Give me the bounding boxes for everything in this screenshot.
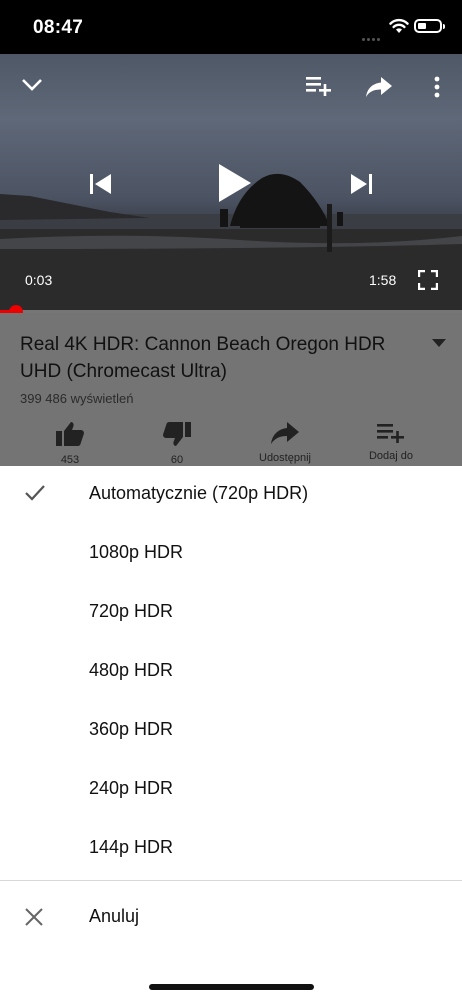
like-button[interactable]: 453 [25, 421, 115, 466]
checkmark-icon [25, 485, 45, 501]
total-time: 1:58 [369, 272, 397, 288]
quality-option-480p[interactable]: 480p HDR [0, 643, 462, 702]
view-count: 399 486 wyświetleń [20, 391, 134, 406]
quality-option-label: 1080p HDR [89, 542, 184, 562]
play-icon[interactable] [217, 162, 253, 204]
dislike-count: 60 [170, 454, 184, 466]
quality-option-360p[interactable]: 360p HDR [0, 702, 462, 761]
battery-icon [414, 19, 445, 33]
quality-option-720p[interactable]: 720p HDR [0, 584, 462, 643]
status-bar: 08:47 [0, 0, 462, 54]
quality-option-label: Automatycznie (720p HDR) [89, 483, 309, 503]
quality-option-label: 360p HDR [89, 719, 174, 739]
thumb-down-icon [163, 422, 191, 446]
share-button[interactable]: Udostępnij [240, 421, 330, 464]
more-options-icon[interactable] [433, 76, 441, 98]
expand-description-icon[interactable] [432, 339, 446, 347]
status-time: 08:47 [33, 17, 84, 38]
fullscreen-icon[interactable] [418, 270, 438, 290]
like-count: 453 [60, 454, 80, 466]
share-icon[interactable] [365, 76, 393, 98]
dislike-button[interactable]: 60 [132, 421, 222, 466]
cancel-label: Anuluj [89, 906, 140, 926]
add-to-playlist-icon [377, 424, 404, 443]
wifi-icon [389, 18, 409, 33]
quality-option-label: 144p HDR [89, 837, 174, 857]
cellular-signal-icon [362, 28, 384, 41]
menu-divider [0, 880, 462, 881]
cancel-button[interactable]: Anuluj [0, 889, 462, 947]
add-to-queue-icon[interactable] [306, 76, 332, 96]
minimize-chevron-icon[interactable] [21, 78, 43, 92]
quality-option-auto[interactable]: Automatycznie (720p HDR) [0, 466, 462, 525]
close-icon [25, 908, 43, 926]
quality-option-144p[interactable]: 144p HDR [0, 820, 462, 879]
quality-option-label: 720p HDR [89, 601, 174, 621]
video-title[interactable]: Real 4K HDR: Cannon Beach Oregon HDR UHD… [20, 331, 410, 385]
quality-option-label: 480p HDR [89, 660, 174, 680]
previous-icon[interactable] [89, 173, 113, 195]
share-icon [271, 422, 299, 444]
add-to-label: Dodaj do [368, 450, 414, 462]
quality-option-240p[interactable]: 240p HDR [0, 761, 462, 820]
home-indicator[interactable] [149, 984, 314, 990]
video-info-section: Real 4K HDR: Cannon Beach Oregon HDR UHD… [0, 313, 462, 466]
quality-menu-sheet: Automatycznie (720p HDR) 1080p HDR 720p … [0, 466, 462, 1000]
thumb-up-icon [56, 422, 84, 446]
share-label: Udostępnij [259, 452, 311, 464]
quality-option-1080p[interactable]: 1080p HDR [0, 525, 462, 584]
current-time: 0:03 [25, 272, 53, 288]
add-to-playlist-button[interactable]: Dodaj do [346, 421, 436, 462]
next-icon[interactable] [349, 173, 373, 195]
video-player[interactable]: 0:03 1:58 [0, 54, 462, 313]
quality-option-label: 240p HDR [89, 778, 174, 798]
